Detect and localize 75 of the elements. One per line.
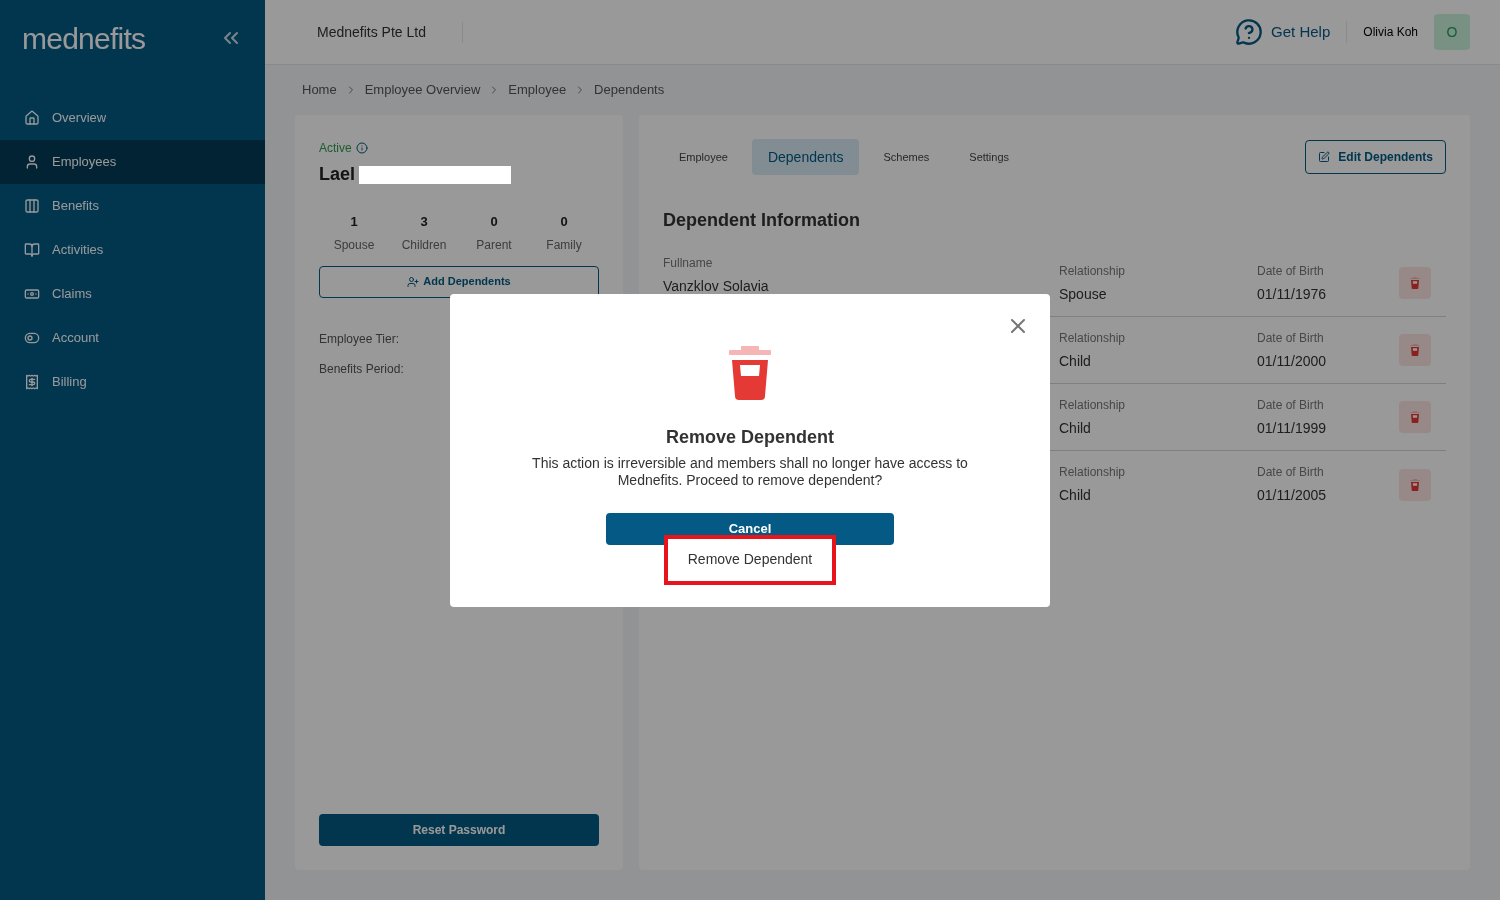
relationship-value: Child <box>1059 351 1092 371</box>
columns-icon <box>24 198 40 214</box>
breadcrumb-link[interactable]: Home <box>302 80 337 100</box>
field-label: Date of Birth <box>1257 464 1325 481</box>
count-value: 3 <box>420 213 428 231</box>
delete-button[interactable] <box>1399 401 1431 433</box>
banknote-icon <box>24 286 40 302</box>
date-of-birth: 01/11/1999 <box>1257 418 1328 438</box>
trash-icon <box>1410 411 1420 423</box>
trash-icon <box>1410 344 1420 356</box>
modal-title: Remove Dependent <box>665 425 834 449</box>
person-icon <box>24 154 40 170</box>
toggle-icon <box>24 330 40 346</box>
dependent-name: Vanzklov Solavia <box>663 277 770 296</box>
date-of-birth: 01/11/2000 <box>1257 351 1328 371</box>
count-label: Parent <box>476 236 512 254</box>
field-label: Benefits Period: <box>319 360 405 378</box>
count-value: 0 <box>560 213 568 231</box>
sidebar-item[interactable]: Employees <box>0 140 265 184</box>
field-label: Relationship <box>1059 464 1127 481</box>
tab[interactable]: Employee <box>663 139 744 175</box>
relationship-value: Child <box>1059 486 1092 505</box>
reset-password-button[interactable]: Reset Password <box>319 814 599 846</box>
section-title: Dependent Information <box>663 209 861 232</box>
date-of-birth: 01/11/2005 <box>1257 486 1328 505</box>
breadcrumb-link[interactable]: Dependents <box>594 80 665 100</box>
remove-dependent-button[interactable]: Remove Dependent <box>664 534 836 585</box>
help-icon[interactable] <box>1235 18 1264 46</box>
count-label: Children <box>401 236 447 254</box>
relationship-value: Spouse <box>1059 284 1108 304</box>
count-label: Spouse <box>333 236 375 254</box>
breadcrumb-link[interactable]: Employee Overview <box>364 80 481 100</box>
delete-button[interactable] <box>1399 267 1431 299</box>
field-label: Relationship <box>1059 262 1127 280</box>
count-value: 0 <box>490 213 498 231</box>
modal-message: This action is irreversible and members shall no longer have access to Mednefits. Proceed to remove dependent? <box>531 454 969 489</box>
sidebar-item[interactable]: Account <box>0 316 265 360</box>
field-label: Employee Tier: <box>319 330 401 348</box>
sidebar-item[interactable]: Claims <box>0 272 265 316</box>
date-of-birth: 01/11/1976 <box>1257 284 1328 304</box>
add-person-icon <box>407 275 420 288</box>
field-label: Date of Birth <box>1257 329 1325 347</box>
field-label: Fullname <box>663 255 714 272</box>
field-label: Date of Birth <box>1257 262 1325 280</box>
user-name: Olivia Koh <box>1363 24 1418 41</box>
book-icon <box>24 242 40 258</box>
info-icon[interactable] <box>355 142 368 154</box>
delete-button[interactable] <box>1399 334 1431 366</box>
sidebar-item[interactable]: Billing <box>0 360 265 404</box>
trash-icon <box>1410 478 1420 491</box>
field-label: Relationship <box>1059 396 1127 414</box>
edit-dependents-button[interactable]: Edit Dependents <box>1305 140 1446 174</box>
tab[interactable]: Dependents <box>751 139 860 175</box>
count-label: Family <box>546 236 582 254</box>
field-label: Relationship <box>1059 329 1127 347</box>
tab[interactable]: Schemes <box>867 139 946 175</box>
edit-icon <box>1318 151 1331 163</box>
receipt-icon <box>24 374 40 390</box>
field-label: Date of Birth <box>1257 396 1325 414</box>
relationship-value: Child <box>1059 418 1092 438</box>
get-help-link[interactable]: Get Help <box>1271 20 1348 44</box>
logo: mednefits <box>22 20 146 57</box>
tab[interactable]: Settings <box>953 139 1026 175</box>
delete-button[interactable] <box>1399 468 1431 501</box>
trash-icon <box>1410 277 1420 289</box>
sidebar-item[interactable]: Overview <box>0 96 265 140</box>
home-icon <box>24 110 40 126</box>
status-label: Active <box>319 140 352 157</box>
count-value: 1 <box>350 213 358 231</box>
sidebar-item[interactable]: Activities <box>0 228 265 272</box>
employee-name: Lael <box>319 163 356 186</box>
trash-icon <box>729 345 771 400</box>
company-name: Mednefits Pte Ltd <box>317 21 463 43</box>
sidebar-item[interactable]: Benefits <box>0 184 265 228</box>
breadcrumb-link[interactable]: Employee <box>508 80 567 100</box>
